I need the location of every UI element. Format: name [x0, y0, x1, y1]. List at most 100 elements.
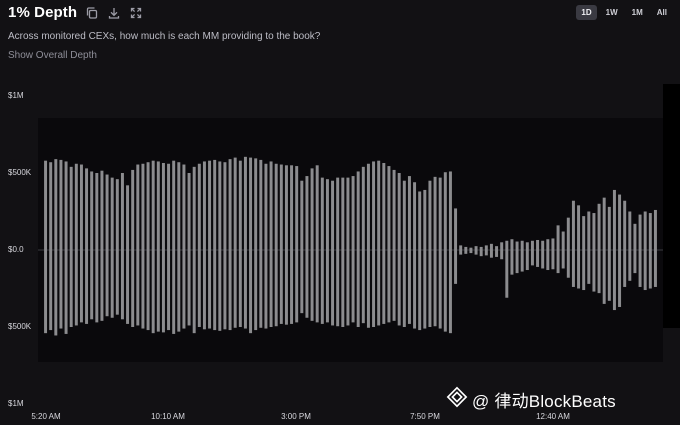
- bid-depth-bar: [633, 223, 637, 250]
- bid-depth-bar: [423, 189, 427, 250]
- bid-depth-bar: [648, 213, 652, 250]
- bid-depth-bar: [161, 162, 165, 250]
- y-tick-label: $0.0: [8, 245, 24, 254]
- y-tick-label: $1M: [8, 399, 24, 408]
- ask-depth-bar: [238, 250, 242, 327]
- bid-depth-bar: [397, 173, 401, 250]
- ask-depth-bar: [54, 250, 58, 336]
- bid-depth-bar: [105, 174, 109, 250]
- ask-depth-bar: [397, 250, 401, 326]
- bid-depth-bar: [541, 240, 545, 250]
- show-overall-depth-link[interactable]: Show Overall Depth: [8, 50, 97, 61]
- ask-depth-bar: [623, 250, 627, 287]
- tab-all[interactable]: All: [652, 5, 672, 20]
- bid-depth-bar: [505, 240, 509, 250]
- ask-depth-bar: [249, 250, 253, 334]
- ask-depth-bar: [279, 250, 283, 324]
- ask-depth-bar: [187, 250, 191, 326]
- ask-depth-bar: [59, 250, 63, 329]
- watermark: @ 律动BlockBeats: [446, 386, 616, 413]
- ask-depth-bar: [469, 250, 473, 254]
- bid-depth-bar: [602, 197, 606, 250]
- ask-depth-bar: [592, 250, 596, 292]
- tab-1m[interactable]: 1M: [627, 5, 648, 20]
- bid-depth-bar: [428, 180, 432, 250]
- bid-depth-bar: [274, 163, 278, 250]
- bid-depth-bar: [484, 245, 488, 250]
- download-icon[interactable]: [107, 6, 121, 20]
- tab-1d[interactable]: 1D: [576, 5, 597, 20]
- bid-depth-bar: [69, 166, 73, 250]
- ask-depth-bar: [69, 250, 73, 327]
- ask-depth-bar: [233, 250, 237, 328]
- bid-depth-bar: [341, 177, 345, 250]
- bid-depth-bar: [387, 166, 391, 250]
- ask-depth-bar: [90, 250, 94, 320]
- bid-depth-bar: [612, 189, 616, 250]
- ask-depth-bar: [320, 250, 324, 324]
- bid-depth-bar: [392, 169, 396, 250]
- ask-depth-bar: [49, 250, 53, 331]
- bid-depth-bar: [653, 209, 657, 250]
- bid-depth-bar: [156, 161, 160, 250]
- bid-depth-bar: [59, 159, 63, 250]
- ask-depth-bar: [561, 250, 565, 269]
- bid-depth-bar: [489, 243, 493, 250]
- ask-depth-bar: [325, 250, 329, 323]
- ask-depth-bar: [131, 250, 135, 327]
- bid-depth-bar: [469, 247, 473, 250]
- bid-depth-bar: [464, 246, 468, 250]
- bid-depth-bar: [151, 160, 155, 250]
- ask-depth-bar: [269, 250, 273, 327]
- ask-depth-bar: [607, 250, 611, 301]
- ask-depth-bar: [546, 250, 550, 271]
- bid-depth-bar: [223, 162, 227, 250]
- bid-depth-bar: [372, 161, 376, 250]
- bid-depth-bar: [566, 217, 570, 250]
- ask-depth-bar: [582, 250, 586, 291]
- ask-depth-bar: [182, 250, 186, 329]
- ask-depth-bar: [218, 250, 222, 331]
- ask-depth-bar: [172, 250, 176, 334]
- ask-depth-bar: [346, 250, 350, 326]
- bid-depth-bar: [167, 163, 171, 250]
- ask-depth-bar: [407, 250, 411, 324]
- bid-depth-bar: [571, 200, 575, 250]
- bid-depth-bar: [182, 164, 186, 250]
- bid-depth-bar: [582, 216, 586, 250]
- bid-depth-bar: [218, 161, 222, 250]
- bid-depth-bar: [623, 200, 627, 250]
- bid-depth-bar: [249, 157, 253, 250]
- bid-depth-bar: [177, 162, 181, 250]
- bid-depth-bar: [310, 168, 314, 250]
- ask-depth-bar: [489, 250, 493, 258]
- copy-icon[interactable]: [85, 6, 99, 20]
- ask-depth-bar: [85, 250, 89, 324]
- ask-depth-bar: [243, 250, 247, 329]
- expand-icon[interactable]: [129, 6, 143, 20]
- ask-depth-bar: [315, 250, 319, 323]
- ask-depth-bar: [643, 250, 647, 291]
- ask-depth-bar: [156, 250, 160, 332]
- bid-depth-bar: [628, 211, 632, 250]
- tab-1w[interactable]: 1W: [601, 5, 623, 20]
- ask-depth-bar: [459, 250, 463, 255]
- ask-depth-bar: [510, 250, 514, 275]
- ask-depth-bar: [105, 250, 109, 317]
- ask-depth-bar: [126, 250, 130, 324]
- bid-depth-bar: [238, 160, 242, 250]
- bid-depth-bar: [377, 160, 381, 250]
- ask-depth-bar: [428, 250, 432, 327]
- ask-depth-bar: [536, 250, 540, 267]
- bid-depth-bar: [290, 165, 294, 250]
- bid-depth-bar: [577, 205, 581, 250]
- ask-depth-bar: [418, 250, 422, 331]
- bid-depth-bar: [146, 162, 150, 250]
- bid-depth-bar: [495, 246, 499, 250]
- ask-depth-bar: [228, 250, 232, 331]
- ask-depth-bar: [284, 250, 288, 325]
- bid-depth-bar: [85, 168, 89, 250]
- bid-depth-bar: [126, 185, 130, 250]
- bid-depth-bar: [361, 166, 365, 250]
- bid-depth-bar: [110, 177, 114, 250]
